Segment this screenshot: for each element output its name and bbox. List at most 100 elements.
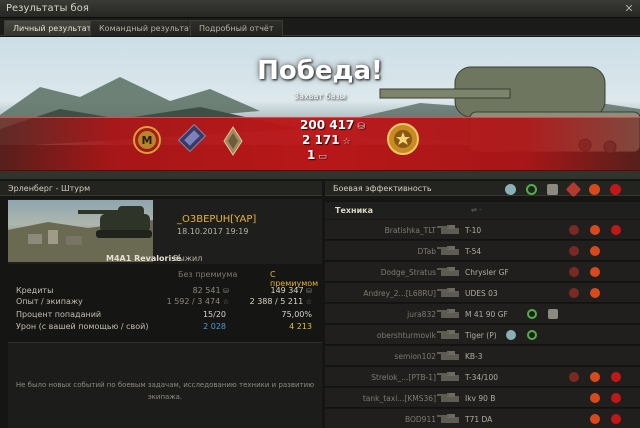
- destroyed-icon: [611, 414, 621, 424]
- opponent-tank: UDES 03: [465, 289, 498, 298]
- opponent-tank: Chrysler GF: [465, 268, 509, 277]
- rank-badge-icon[interactable]: [222, 125, 244, 157]
- opponent-row[interactable]: Bratishka_TLT T-10: [325, 220, 640, 240]
- opponent-name: obershturmovik: [376, 331, 436, 340]
- star-icon: ☆: [342, 137, 351, 147]
- tank-icon: [437, 288, 459, 297]
- critical-hit-icon: [569, 288, 579, 298]
- tank-icon: [437, 267, 459, 276]
- mastery-badge-icon[interactable]: M: [132, 123, 162, 157]
- earned-credits: 200 417 ⛁: [300, 118, 365, 132]
- tab-personal-result[interactable]: Личный результат: [4, 20, 101, 36]
- economy-value-hits: 15/20: [202, 310, 226, 319]
- opponent-name: DTab: [417, 247, 436, 256]
- opponent-name: Andrey_2...[L68RU]: [363, 289, 436, 298]
- battle-datetime: 18.10.2017 19:19: [177, 227, 249, 236]
- opponent-row[interactable]: tank_taxi...[KMS36] Ikv 90 B: [325, 388, 640, 408]
- tank-icon: [437, 414, 459, 423]
- destroyed-icon: [611, 372, 621, 382]
- opponent-name: semion102: [394, 352, 436, 361]
- player-tank-name: M4A1 Revalorisé: [106, 254, 182, 263]
- player-name[interactable]: _O3BEPUH[YAP]: [177, 214, 256, 225]
- economy-value-percent: 75,00%: [281, 310, 312, 319]
- opponent-tank: KB-3: [465, 352, 483, 361]
- map-name: Эрленберг - Штурм: [8, 184, 91, 193]
- vehicles-header: Техника ⇌ -: [325, 202, 640, 219]
- tab-team-result[interactable]: Командный результат: [90, 20, 203, 36]
- opponent-tank: T71 DA: [465, 415, 493, 424]
- damage-icon: [590, 267, 600, 277]
- destroyed-icon: [611, 225, 621, 235]
- spotted-icon[interactable]: [505, 184, 516, 195]
- economy-row-experience: Опыт / экипажу 1 592 / 3 474 ☆ 2 388 / 5…: [8, 297, 322, 308]
- tank-icon: [437, 246, 459, 255]
- economy-value-without: 82 541 ⛁: [192, 286, 229, 295]
- tab-detailed-report[interactable]: Подробный отчёт: [190, 20, 283, 36]
- star-icon: ☆: [222, 298, 229, 306]
- col-without-premium: Без премиума: [178, 270, 238, 279]
- earned-bonds-value: 1: [307, 148, 316, 162]
- opponent-name: Strelok_...[PTB-1]: [371, 373, 436, 382]
- opponent-row[interactable]: Andrey_2...[L68RU] UDES 03: [325, 283, 640, 303]
- critical-hit-icon: [569, 267, 579, 277]
- damage-assist-value: 2 028: [203, 322, 226, 331]
- close-icon[interactable]: ✕: [622, 2, 636, 15]
- opponent-name: Bratishka_TLT: [384, 226, 436, 235]
- star-icon: ☆: [305, 298, 312, 306]
- opponent-name: BOD911: [404, 415, 436, 424]
- battle-type-label: Захват базы: [294, 92, 346, 101]
- map-header: Эрленберг - Штурм: [0, 181, 322, 196]
- earned-experience: 2 171 ☆: [302, 133, 351, 147]
- economy-row-credits: Кредиты 82 541 ⛁ 149 347 ⛁: [8, 286, 322, 297]
- progress-notice: Не было новых событий по боевым задачам,…: [8, 342, 322, 428]
- tank-icon: [437, 225, 459, 234]
- damage-icon: [590, 246, 600, 256]
- critical-hit-icon: [569, 246, 579, 256]
- earned-experience-value: 2 171: [302, 133, 340, 147]
- opponent-tank: M 41 90 GF: [465, 310, 508, 319]
- tank-icon: [437, 309, 459, 318]
- opponent-row[interactable]: BOD911 T71 DA: [325, 409, 640, 428]
- map-thumbnail: [8, 200, 153, 262]
- tracked-icon: [548, 309, 558, 319]
- opponent-row[interactable]: obershturmovik Tiger (P): [325, 325, 640, 345]
- critical-hit-icon: [569, 372, 579, 382]
- team-medal-icon[interactable]: [386, 122, 420, 156]
- tank-icon: [437, 393, 459, 402]
- damage-icon: [590, 393, 600, 403]
- opponent-row[interactable]: semion102 KB-3: [325, 346, 640, 366]
- opponent-row[interactable]: DTab T-54: [325, 241, 640, 261]
- opponent-tank: Ikv 90 B: [465, 394, 496, 403]
- economy-row-label: Кредиты: [16, 286, 54, 295]
- opponent-row[interactable]: Dodge_Stratus Chrysler GF: [325, 262, 640, 282]
- assist-icon[interactable]: [526, 184, 537, 195]
- opponent-name: tank_taxi...[KMS36]: [362, 394, 436, 403]
- damage-icon: [590, 372, 600, 382]
- tracked-icon[interactable]: [547, 184, 558, 195]
- opponent-row[interactable]: Strelok_...[PTB-1] T-34/100: [325, 367, 640, 387]
- credits-icon: ⛁: [357, 122, 365, 132]
- efficiency-title: Боевая эффективность: [333, 184, 432, 193]
- opponent-name: jura832: [407, 310, 436, 319]
- economy-row-damage: Урон (с вашей помощью / свой) 2 028 4 21…: [8, 322, 322, 333]
- sort-icon[interactable]: ⇌ -: [471, 206, 482, 214]
- economy-value-without: 1 592 / 3 474 ☆: [166, 297, 229, 306]
- damage-icon: [590, 288, 600, 298]
- earned-bonds: 1 ▭: [307, 148, 327, 162]
- tab-bar: Личный результат Командный результат Под…: [0, 18, 640, 36]
- spotted-icon: [506, 330, 516, 340]
- damage-icon[interactable]: [589, 184, 600, 195]
- vehicles-header-label: Техника: [335, 206, 374, 215]
- economy-row-label: Урон (с вашей помощью / свой): [16, 322, 149, 331]
- destroyed-icon[interactable]: [610, 184, 621, 195]
- earned-credits-value: 200 417: [300, 118, 355, 132]
- achievement-medal-icon[interactable]: [178, 123, 206, 157]
- window-titlebar: Результаты боя ✕: [0, 0, 640, 18]
- opponent-tank: T-34/100: [465, 373, 498, 382]
- credits-icon: ⛁: [306, 287, 312, 295]
- economy-value-with: 2 388 / 5 211 ☆: [249, 297, 312, 306]
- opponent-row[interactable]: jura832 M 41 90 GF: [325, 304, 640, 324]
- tank-icon: [437, 372, 459, 381]
- credits-icon: ⛁: [223, 287, 229, 295]
- notice-line-2: экипажа.: [147, 393, 183, 401]
